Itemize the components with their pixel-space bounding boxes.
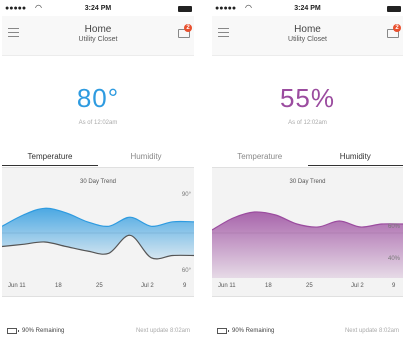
x-tick-label: Jul 2 bbox=[351, 283, 364, 289]
battery-remaining: 90% Remaining bbox=[22, 328, 65, 334]
trend-chart: 90° 60° 30 Day Trend Jun 11 18 25 Jul 2 9 bbox=[2, 167, 194, 297]
x-tick-label: 18 bbox=[265, 283, 272, 289]
trend-chart-svg: 60% 40% bbox=[212, 211, 403, 278]
battery-status-icon bbox=[387, 6, 401, 12]
y-tick-label: 60° bbox=[182, 268, 192, 274]
tab-humidity[interactable]: Humidity bbox=[307, 150, 403, 166]
reading-panel: 80° As of 12:02am bbox=[2, 57, 194, 147]
reading-panel: 55% As of 12:02am bbox=[212, 57, 403, 147]
footer: 90% Remaining Next update 8:02am bbox=[212, 297, 403, 347]
trend-chart-svg: 90° 60° bbox=[2, 192, 194, 274]
battery-status-icon bbox=[178, 6, 192, 12]
x-tick-label: Jul 2 bbox=[141, 283, 154, 289]
x-tick-label: 25 bbox=[96, 283, 103, 289]
status-bar: ●●●●● ◠ 3:24 PM bbox=[2, 3, 194, 14]
next-update: Next update 8:02am bbox=[135, 328, 190, 334]
reading-timestamp: As of 12:02am bbox=[288, 120, 327, 126]
trend-chart: 60% 40% 30 Day Trend Jun 11 18 25 Jul 2 9 bbox=[212, 167, 403, 297]
footer: 90% Remaining Next update 8:02am bbox=[2, 297, 194, 347]
range-area bbox=[2, 208, 194, 259]
header: Home Utility Closet 2 bbox=[2, 16, 194, 56]
tab-temperature[interactable]: Temperature bbox=[212, 150, 308, 166]
page-subtitle: Utility Closet bbox=[288, 36, 327, 43]
x-tick-label: Jun 11 bbox=[218, 283, 236, 289]
temperature-screen: ●●●●● ◠ 3:24 PM Home Utility Closet 2 80… bbox=[2, 0, 194, 347]
page-title: Home bbox=[294, 24, 321, 35]
header: Home Utility Closet 2 bbox=[212, 16, 403, 56]
x-tick-label: Jun 11 bbox=[8, 283, 26, 289]
next-update: Next update 8:02am bbox=[344, 328, 399, 334]
humidity-screen: ●●●●● ◠ 3:24 PM Home Utility Closet 2 55… bbox=[212, 0, 403, 347]
status-time: 3:24 PM bbox=[84, 5, 112, 12]
x-tick-label: 9 bbox=[392, 283, 396, 289]
page-title: Home bbox=[84, 24, 112, 35]
tab-bar: Temperature Humidity bbox=[212, 150, 403, 166]
tab-bar: Temperature Humidity bbox=[2, 150, 194, 166]
reading-timestamp: As of 12:02am bbox=[78, 120, 118, 126]
chart-title: 30 Day Trend bbox=[289, 179, 326, 185]
y-tick-label: 90° bbox=[182, 192, 192, 198]
sensor-battery-icon bbox=[7, 328, 19, 334]
current-humidity: 55% bbox=[279, 83, 336, 113]
page-subtitle: Utility Closet bbox=[78, 36, 118, 43]
x-tick-label: 25 bbox=[306, 283, 313, 289]
status-time: 3:24 PM bbox=[294, 5, 321, 12]
x-tick-label: 18 bbox=[55, 283, 62, 289]
current-temperature: 80° bbox=[76, 83, 120, 113]
series-area bbox=[212, 211, 403, 278]
notification-badge: 2 bbox=[393, 24, 401, 32]
chart-title: 30 Day Trend bbox=[79, 179, 117, 185]
tab-humidity[interactable]: Humidity bbox=[98, 150, 194, 166]
tab-temperature[interactable]: Temperature bbox=[2, 150, 98, 166]
y-tick-label: 40% bbox=[388, 256, 401, 262]
x-tick-label: 9 bbox=[183, 283, 187, 289]
sensor-battery-icon bbox=[217, 328, 229, 334]
y-tick-label: 60% bbox=[388, 224, 401, 230]
battery-remaining: 90% Remaining bbox=[232, 328, 275, 334]
notification-badge: 2 bbox=[184, 24, 192, 32]
status-bar: ●●●●● ◠ 3:24 PM bbox=[212, 3, 403, 14]
